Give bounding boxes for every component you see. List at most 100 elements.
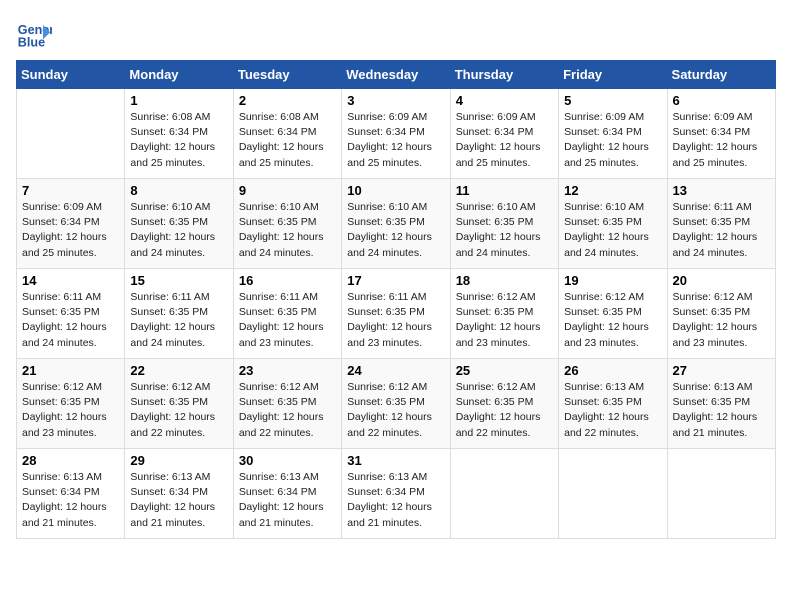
day-info: Sunrise: 6:13 AM Sunset: 6:34 PM Dayligh… [22,470,119,531]
day-info: Sunrise: 6:11 AM Sunset: 6:35 PM Dayligh… [673,200,770,261]
col-saturday: Saturday [667,61,775,89]
day-number: 19 [564,273,661,288]
day-info: Sunrise: 6:10 AM Sunset: 6:35 PM Dayligh… [239,200,336,261]
calendar-cell: 5 Sunrise: 6:09 AM Sunset: 6:34 PM Daylig… [559,89,667,179]
day-info: Sunrise: 6:09 AM Sunset: 6:34 PM Dayligh… [347,110,444,171]
calendar-cell [450,449,558,539]
calendar-cell: 10 Sunrise: 6:10 AM Sunset: 6:35 PM Dayli… [342,179,450,269]
day-info: Sunrise: 6:09 AM Sunset: 6:34 PM Dayligh… [673,110,770,171]
logo: General Blue [16,16,56,52]
col-friday: Friday [559,61,667,89]
calendar-cell: 16Sunrise: 6:11 AM Sunset: 6:35 PM Dayli… [233,269,341,359]
calendar-cell: 23Sunrise: 6:12 AM Sunset: 6:35 PM Dayli… [233,359,341,449]
day-number: 27 [673,363,770,378]
calendar-table: Sunday Monday Tuesday Wednesday Thursday… [16,60,776,539]
day-info: Sunrise: 6:10 AM Sunset: 6:35 PM Dayligh… [347,200,444,261]
day-number: 18 [456,273,553,288]
day-number: 12 [564,183,661,198]
day-info: Sunrise: 6:13 AM Sunset: 6:34 PM Dayligh… [130,470,227,531]
svg-text:Blue: Blue [18,36,45,50]
calendar-cell [559,449,667,539]
day-info: Sunrise: 6:11 AM Sunset: 6:35 PM Dayligh… [22,290,119,351]
day-info: Sunrise: 6:09 AM Sunset: 6:34 PM Dayligh… [564,110,661,171]
calendar-cell: 3 Sunrise: 6:09 AM Sunset: 6:34 PM Daylig… [342,89,450,179]
day-info: Sunrise: 6:12 AM Sunset: 6:35 PM Dayligh… [456,380,553,441]
calendar-cell: 28 Sunrise: 6:13 AM Sunset: 6:34 PM Dayli… [17,449,125,539]
day-number: 29 [130,453,227,468]
day-info: Sunrise: 6:12 AM Sunset: 6:35 PM Dayligh… [347,380,444,441]
calendar-cell: 12 Sunrise: 6:10 AM Sunset: 6:35 PM Dayli… [559,179,667,269]
day-info: Sunrise: 6:09 AM Sunset: 6:34 PM Dayligh… [22,200,119,261]
day-number: 16 [239,273,336,288]
calendar-cell: 15Sunrise: 6:11 AM Sunset: 6:35 PM Dayli… [125,269,233,359]
day-number: 11 [456,183,553,198]
calendar-cell: 20 Sunrise: 6:12 AM Sunset: 6:35 PM Dayli… [667,269,775,359]
calendar-week-row: 21Sunrise: 6:12 AM Sunset: 6:35 PM Dayli… [17,359,776,449]
day-info: Sunrise: 6:08 AM Sunset: 6:34 PM Dayligh… [130,110,227,171]
col-thursday: Thursday [450,61,558,89]
day-number: 30 [239,453,336,468]
calendar-cell: 6 Sunrise: 6:09 AM Sunset: 6:34 PM Daylig… [667,89,775,179]
calendar-cell: 4 Sunrise: 6:09 AM Sunset: 6:34 PM Daylig… [450,89,558,179]
calendar-cell: 13 Sunrise: 6:11 AM Sunset: 6:35 PM Dayli… [667,179,775,269]
calendar-cell: 1Sunrise: 6:08 AM Sunset: 6:34 PM Daylig… [125,89,233,179]
day-number: 23 [239,363,336,378]
day-info: Sunrise: 6:10 AM Sunset: 6:35 PM Dayligh… [130,200,227,261]
calendar-cell [667,449,775,539]
col-monday: Monday [125,61,233,89]
day-info: Sunrise: 6:13 AM Sunset: 6:35 PM Dayligh… [673,380,770,441]
day-number: 15 [130,273,227,288]
day-number: 22 [130,363,227,378]
calendar-cell: 14 Sunrise: 6:11 AM Sunset: 6:35 PM Dayli… [17,269,125,359]
day-info: Sunrise: 6:12 AM Sunset: 6:35 PM Dayligh… [564,290,661,351]
day-number: 20 [673,273,770,288]
day-number: 2 [239,93,336,108]
calendar-cell [17,89,125,179]
calendar-cell: 26 Sunrise: 6:13 AM Sunset: 6:35 PM Dayli… [559,359,667,449]
calendar-cell: 22Sunrise: 6:12 AM Sunset: 6:35 PM Dayli… [125,359,233,449]
calendar-body: 1Sunrise: 6:08 AM Sunset: 6:34 PM Daylig… [17,89,776,539]
day-number: 9 [239,183,336,198]
calendar-week-row: 1Sunrise: 6:08 AM Sunset: 6:34 PM Daylig… [17,89,776,179]
day-number: 5 [564,93,661,108]
day-number: 25 [456,363,553,378]
day-number: 26 [564,363,661,378]
calendar-cell: 18 Sunrise: 6:12 AM Sunset: 6:35 PM Dayli… [450,269,558,359]
day-info: Sunrise: 6:12 AM Sunset: 6:35 PM Dayligh… [673,290,770,351]
day-number: 24 [347,363,444,378]
calendar-cell: 17Sunrise: 6:11 AM Sunset: 6:35 PM Dayli… [342,269,450,359]
day-number: 3 [347,93,444,108]
calendar-cell: 21Sunrise: 6:12 AM Sunset: 6:35 PM Dayli… [17,359,125,449]
day-number: 31 [347,453,444,468]
day-number: 13 [673,183,770,198]
day-info: Sunrise: 6:12 AM Sunset: 6:35 PM Dayligh… [22,380,119,441]
calendar-header: Sunday Monday Tuesday Wednesday Thursday… [17,61,776,89]
day-info: Sunrise: 6:10 AM Sunset: 6:35 PM Dayligh… [564,200,661,261]
day-info: Sunrise: 6:13 AM Sunset: 6:35 PM Dayligh… [564,380,661,441]
calendar-cell: 30 Sunrise: 6:13 AM Sunset: 6:34 PM Dayli… [233,449,341,539]
calendar-cell: 25 Sunrise: 6:12 AM Sunset: 6:35 PM Dayli… [450,359,558,449]
day-number: 7 [22,183,119,198]
calendar-cell: 19 Sunrise: 6:12 AM Sunset: 6:35 PM Dayli… [559,269,667,359]
calendar-cell: 7 Sunrise: 6:09 AM Sunset: 6:34 PM Daylig… [17,179,125,269]
calendar-cell: 8 Sunrise: 6:10 AM Sunset: 6:35 PM Daylig… [125,179,233,269]
calendar-week-row: 14 Sunrise: 6:11 AM Sunset: 6:35 PM Dayli… [17,269,776,359]
day-number: 4 [456,93,553,108]
day-info: Sunrise: 6:12 AM Sunset: 6:35 PM Dayligh… [456,290,553,351]
day-info: Sunrise: 6:11 AM Sunset: 6:35 PM Dayligh… [347,290,444,351]
day-number: 6 [673,93,770,108]
calendar-cell: 24 Sunrise: 6:12 AM Sunset: 6:35 PM Dayli… [342,359,450,449]
day-info: Sunrise: 6:09 AM Sunset: 6:34 PM Dayligh… [456,110,553,171]
day-info: Sunrise: 6:13 AM Sunset: 6:34 PM Dayligh… [239,470,336,531]
day-number: 8 [130,183,227,198]
day-info: Sunrise: 6:08 AM Sunset: 6:34 PM Dayligh… [239,110,336,171]
day-info: Sunrise: 6:10 AM Sunset: 6:35 PM Dayligh… [456,200,553,261]
day-number: 14 [22,273,119,288]
calendar-cell: 11 Sunrise: 6:10 AM Sunset: 6:35 PM Dayli… [450,179,558,269]
calendar-cell: 31 Sunrise: 6:13 AM Sunset: 6:34 PM Dayli… [342,449,450,539]
day-number: 28 [22,453,119,468]
calendar-cell: 9 Sunrise: 6:10 AM Sunset: 6:35 PM Daylig… [233,179,341,269]
day-info: Sunrise: 6:13 AM Sunset: 6:34 PM Dayligh… [347,470,444,531]
col-wednesday: Wednesday [342,61,450,89]
day-number: 10 [347,183,444,198]
